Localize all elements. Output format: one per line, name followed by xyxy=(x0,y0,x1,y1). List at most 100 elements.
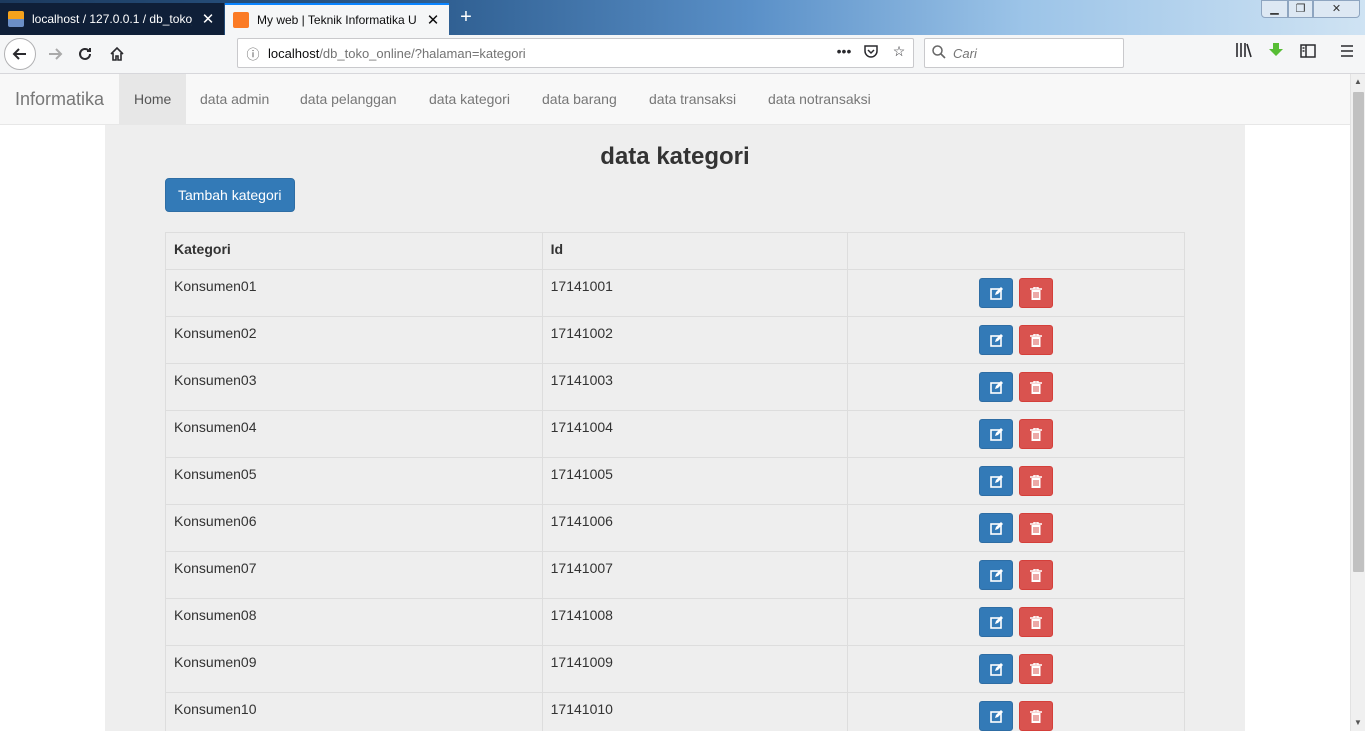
scroll-up-arrow-icon[interactable]: ▲ xyxy=(1351,74,1365,90)
page-title: data kategori xyxy=(600,143,750,170)
cell-kategori: Konsumen10 xyxy=(165,692,543,731)
scroll-down-arrow-icon[interactable]: ▼ xyxy=(1351,715,1365,731)
edit-button[interactable] xyxy=(979,419,1014,449)
kategori-table: Kategori Id Konsumen01 17141001 Konsumen0… xyxy=(165,232,1185,731)
pocket-icon[interactable] xyxy=(860,43,882,62)
library-icon[interactable] xyxy=(1232,42,1256,66)
trash-icon xyxy=(1030,522,1043,535)
phpmyadmin-favicon-icon xyxy=(8,11,24,27)
cell-id: 17141001 xyxy=(541,269,849,317)
search-bar[interactable] xyxy=(924,38,1124,68)
edit-icon xyxy=(989,381,1003,394)
table-row: Konsumen03 17141003 xyxy=(165,363,1185,411)
table-header-row: Kategori Id xyxy=(165,232,1185,270)
edit-button[interactable] xyxy=(979,372,1014,402)
delete-button[interactable] xyxy=(1019,372,1054,402)
trash-icon xyxy=(1030,710,1043,723)
delete-button[interactable] xyxy=(1019,466,1054,496)
table-row: Konsumen04 17141004 xyxy=(165,410,1185,458)
tab-title: My web | Teknik Informatika Universitas xyxy=(257,13,417,27)
reload-button[interactable] xyxy=(70,39,100,69)
page-actions-icon[interactable]: ••• xyxy=(833,43,855,59)
edit-button[interactable] xyxy=(979,325,1014,355)
back-arrow-icon xyxy=(12,48,26,60)
delete-button[interactable] xyxy=(1019,513,1054,543)
minimize-window-button[interactable]: ▁ xyxy=(1261,0,1288,18)
delete-button[interactable] xyxy=(1019,325,1054,355)
edit-button[interactable] xyxy=(979,466,1014,496)
edit-button[interactable] xyxy=(979,560,1014,590)
cell-kategori: Konsumen04 xyxy=(165,410,543,458)
browser-tab-phpmyadmin[interactable]: localhost / 127.0.0.1 / db_toko_online ✕ xyxy=(0,3,224,35)
trash-icon xyxy=(1030,287,1043,300)
tab-title: localhost / 127.0.0.1 / db_toko_online xyxy=(32,12,192,26)
delete-button[interactable] xyxy=(1019,607,1054,637)
navbar-brand[interactable]: Informatika xyxy=(15,89,104,110)
cell-kategori: Konsumen05 xyxy=(165,457,543,505)
delete-button[interactable] xyxy=(1019,278,1054,308)
site-navbar: Informatika Home data admin data pelangg… xyxy=(0,74,1350,125)
edit-icon xyxy=(989,334,1003,347)
nav-data-admin[interactable]: data admin xyxy=(185,74,284,124)
delete-button[interactable] xyxy=(1019,419,1054,449)
cell-kategori: Konsumen06 xyxy=(165,504,543,552)
edit-icon xyxy=(989,616,1003,629)
edit-button[interactable] xyxy=(979,654,1014,684)
forward-button[interactable] xyxy=(40,39,70,69)
cell-kategori: Konsumen07 xyxy=(165,551,543,599)
edit-button[interactable] xyxy=(979,607,1014,637)
url-host: localhost xyxy=(268,45,320,61)
download-icon[interactable] xyxy=(1264,42,1288,66)
maximize-window-button[interactable]: ❐ xyxy=(1288,0,1313,18)
nav-home[interactable]: Home xyxy=(119,74,187,124)
trash-icon xyxy=(1030,334,1043,347)
home-button[interactable] xyxy=(102,39,132,69)
trash-icon xyxy=(1030,428,1043,441)
nav-data-kategori[interactable]: data kategori xyxy=(414,74,525,124)
page-scrollbar[interactable]: ▲ ▼ xyxy=(1350,74,1365,731)
cell-id: 17141003 xyxy=(541,363,849,411)
menu-hamburger-icon[interactable] xyxy=(1335,42,1359,66)
table-row: Konsumen08 17141008 xyxy=(165,598,1185,646)
cell-id: 17141010 xyxy=(541,692,849,731)
table-row: Konsumen06 17141006 xyxy=(165,504,1185,552)
nav-data-pelanggan[interactable]: data pelanggan xyxy=(285,74,412,124)
nav-data-transaksi[interactable]: data transaksi xyxy=(634,74,751,124)
library-shape xyxy=(1236,43,1252,58)
cell-actions xyxy=(847,551,1185,599)
page-info-icon[interactable]: ⓘ xyxy=(238,44,268,63)
edit-button[interactable] xyxy=(979,513,1014,543)
new-tab-button[interactable]: + xyxy=(455,6,477,29)
edit-icon xyxy=(989,710,1003,723)
close-tab-icon[interactable]: ✕ xyxy=(200,10,216,28)
search-input[interactable] xyxy=(953,45,1113,61)
table-row: Konsumen05 17141005 xyxy=(165,457,1185,505)
trash-icon xyxy=(1030,381,1043,394)
delete-button[interactable] xyxy=(1019,654,1054,684)
cell-id: 17141008 xyxy=(541,598,849,646)
sidebar-toggle-icon[interactable] xyxy=(1296,42,1320,66)
cell-kategori: Konsumen03 xyxy=(165,363,543,411)
scrollbar-thumb[interactable] xyxy=(1353,92,1364,572)
sidebar-shape xyxy=(1300,44,1316,58)
edit-button[interactable] xyxy=(979,278,1014,308)
delete-button[interactable] xyxy=(1019,560,1054,590)
xampp-favicon-icon xyxy=(233,12,249,28)
url-path: /db_toko_online/?halaman=kategori xyxy=(319,45,526,61)
cell-id: 17141005 xyxy=(541,457,849,505)
address-bar[interactable]: ⓘ localhost/db_toko_online/?halaman=kate… xyxy=(237,38,914,68)
browser-tab-myweb[interactable]: My web | Teknik Informatika Universitas … xyxy=(225,3,449,35)
bookmark-star-icon[interactable]: ☆ xyxy=(888,43,910,60)
cell-actions xyxy=(847,410,1185,458)
delete-button[interactable] xyxy=(1019,701,1054,731)
nav-data-barang[interactable]: data barang xyxy=(527,74,632,124)
edit-button[interactable] xyxy=(979,701,1014,731)
nav-data-notransaksi[interactable]: data notransaksi xyxy=(753,74,886,124)
close-window-button[interactable]: ✕ xyxy=(1313,0,1360,18)
back-button[interactable] xyxy=(4,38,36,70)
cell-id: 17141002 xyxy=(541,316,849,364)
edit-icon xyxy=(989,522,1003,535)
edit-icon xyxy=(989,428,1003,441)
close-tab-icon[interactable]: ✕ xyxy=(425,11,441,29)
tambah-kategori-button[interactable]: Tambah kategori xyxy=(165,178,295,212)
